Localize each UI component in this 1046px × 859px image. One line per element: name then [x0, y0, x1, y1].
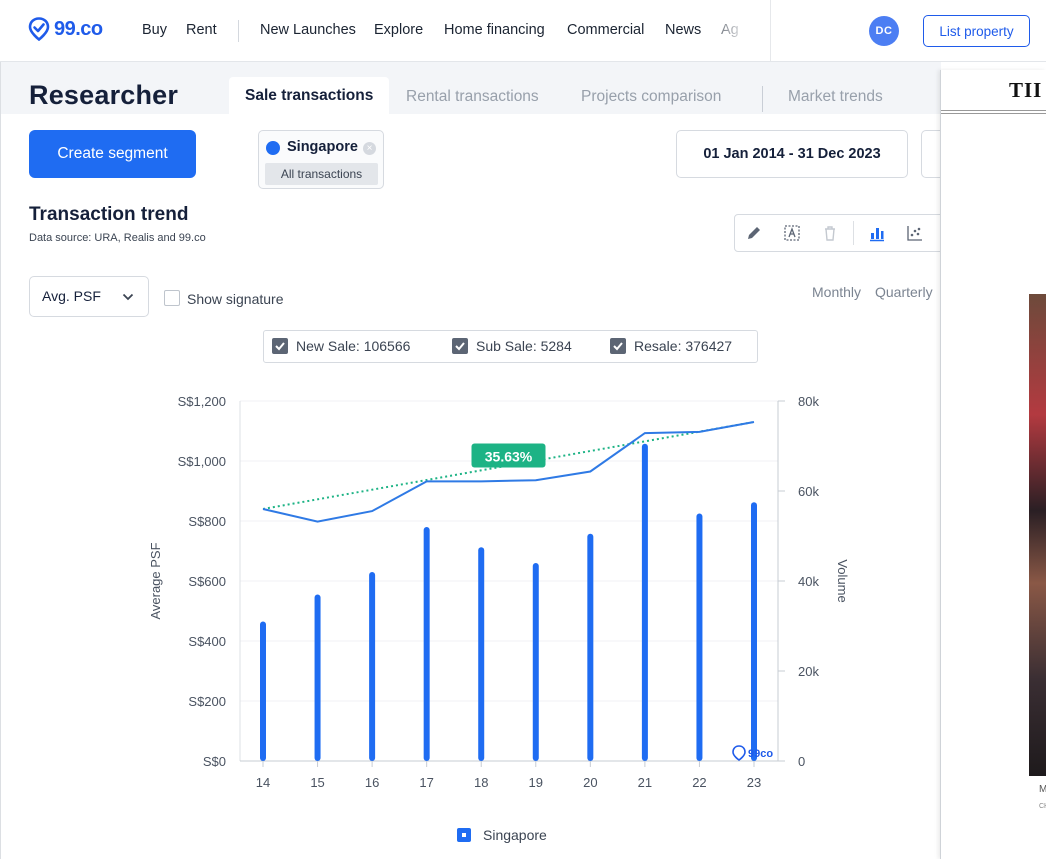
x-tick-label: 21 — [638, 775, 652, 790]
bar — [641, 443, 648, 761]
nav-link-new-launches[interactable]: New Launches — [260, 22, 356, 38]
bar — [260, 621, 266, 761]
x-tick-label: 22 — [692, 775, 706, 790]
bar — [751, 502, 757, 761]
y-tick-label: S$400 — [188, 634, 226, 649]
nav-link-explore[interactable]: Explore — [374, 22, 423, 38]
nav-link-news[interactable]: News — [665, 22, 701, 38]
logo-text: 99.co — [54, 17, 103, 40]
y2-tick-label: 40k — [798, 574, 819, 589]
bar — [314, 594, 321, 761]
y-tick-label: S$0 — [203, 754, 226, 769]
x-tick-label: 19 — [529, 775, 543, 790]
y-tick-label: S$1,000 — [178, 454, 226, 469]
article-panel: TII M CH — [940, 70, 1046, 859]
bar — [587, 533, 594, 761]
list-property-button[interactable]: List property — [923, 15, 1030, 47]
article-masthead: TII — [1009, 78, 1043, 102]
nav-link-buy[interactable]: Buy — [142, 22, 167, 38]
legend-swatch-dot — [462, 833, 466, 837]
nav-separator — [770, 0, 771, 61]
y-tick-label: S$800 — [188, 514, 226, 529]
y2-axis-title: Volume — [835, 559, 850, 602]
series-line — [262, 421, 755, 523]
legend-label: Singapore — [483, 827, 547, 843]
transaction-trend-chart: S$0 S$200 S$400 S$600 S$800 S$1,000 S$1,200 0 20… — [148, 394, 850, 843]
y2-tick-label: 0 — [798, 754, 805, 769]
y-tick-label: S$1,200 — [178, 394, 226, 409]
x-tick-label: 23 — [747, 775, 761, 790]
photo-caption: M — [1039, 784, 1046, 795]
y-tick-label: S$600 — [188, 574, 226, 589]
x-tick-label: 18 — [474, 775, 488, 790]
nav-divider — [238, 20, 239, 42]
nav-link-rent[interactable]: Rent — [186, 22, 217, 38]
location-pin-icon — [28, 17, 50, 41]
top-nav: 99.co Buy Rent New Launches Explore Home… — [0, 0, 1046, 62]
article-photo — [1029, 294, 1046, 776]
x-tick-label: 20 — [583, 775, 597, 790]
x-tick-label: 15 — [310, 775, 324, 790]
bar — [478, 547, 485, 761]
x-tick-label: 14 — [256, 775, 270, 790]
y2-tick-label: 60k — [798, 484, 819, 499]
chart-watermark: 99co — [748, 748, 773, 760]
photo-credit: CH — [1039, 803, 1046, 810]
bar — [423, 527, 430, 761]
avatar[interactable]: DC — [869, 16, 899, 46]
y-axis-title: Average PSF — [148, 542, 163, 619]
nav-link-home-financing[interactable]: Home financing — [444, 22, 545, 38]
x-tick-label: 17 — [419, 775, 433, 790]
y-tick-label: S$200 — [188, 694, 226, 709]
masthead-rule — [941, 110, 1046, 114]
x-tick-label: 16 — [365, 775, 379, 790]
bar — [532, 563, 539, 761]
bar — [696, 513, 703, 761]
y2-tick-label: 20k — [798, 664, 819, 679]
watermark-pin-icon — [732, 745, 746, 761]
y2-tick-label: 80k — [798, 394, 819, 409]
nav-link-commercial[interactable]: Commercial — [567, 22, 644, 38]
trend-label: 35.63% — [485, 449, 533, 465]
nav-fade — [700, 0, 770, 61]
logo[interactable]: 99.co — [28, 17, 103, 41]
bar — [369, 572, 376, 761]
